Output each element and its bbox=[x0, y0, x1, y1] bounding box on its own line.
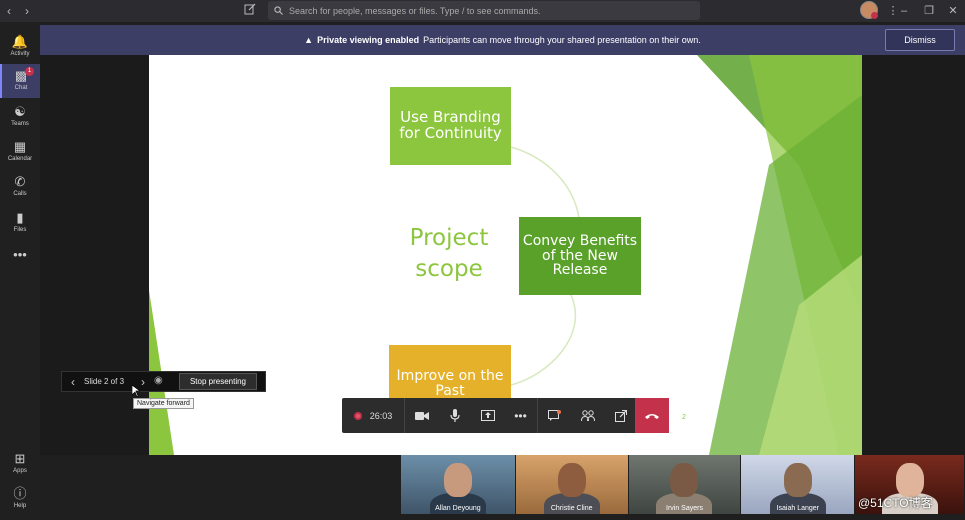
mouse-cursor-icon bbox=[132, 385, 140, 397]
slide-title-line2: scope bbox=[415, 256, 483, 283]
participants-button[interactable] bbox=[571, 398, 604, 433]
more-icon: ••• bbox=[514, 408, 527, 423]
rail-item-help[interactable]: ⓘ Help bbox=[0, 482, 40, 516]
participant-face bbox=[895, 463, 924, 497]
restore-icon[interactable]: ❐ bbox=[920, 3, 938, 19]
rail-label: Teams bbox=[11, 121, 29, 127]
previous-slide-icon[interactable]: ‹ bbox=[62, 375, 84, 389]
participant-face bbox=[670, 463, 699, 497]
rail-label: Files bbox=[13, 227, 27, 233]
hang-up-button[interactable] bbox=[635, 398, 669, 433]
warning-icon: ▲ bbox=[304, 35, 314, 45]
camera-icon bbox=[414, 411, 429, 420]
rail-item-apps[interactable]: ⊞ Apps bbox=[0, 447, 40, 481]
rail-label: Help bbox=[13, 503, 27, 509]
rail-item-more[interactable]: ••• bbox=[0, 243, 40, 277]
slide-title-line1: Project bbox=[409, 225, 489, 251]
rail-item-calendar[interactable]: ▦ Calendar bbox=[0, 135, 40, 169]
rail-item-files[interactable]: ▮ Files bbox=[0, 206, 40, 240]
rail-label: Apps bbox=[13, 468, 27, 474]
participant-name: Irvin Sayers bbox=[666, 505, 703, 512]
participant-face bbox=[557, 463, 586, 497]
slide-counter: Slide 2 of 3 bbox=[84, 377, 125, 386]
help-icon: ⓘ bbox=[13, 486, 27, 501]
private-viewing-banner: ▲ Private viewing enabled Participants c… bbox=[40, 25, 965, 55]
hang-up-icon bbox=[645, 413, 659, 419]
watermark: @51CTO博客 bbox=[858, 496, 933, 510]
teams-icon: ☯ bbox=[14, 104, 26, 119]
presentation-slide: Use Branding for Continuity Convey Benef… bbox=[149, 55, 862, 455]
apps-icon: ⊞ bbox=[14, 451, 26, 466]
participant-face bbox=[443, 463, 472, 497]
share-button[interactable] bbox=[471, 398, 504, 433]
status-dot-icon bbox=[871, 12, 878, 19]
rail-item-chat[interactable]: ▩ Chat 1 bbox=[0, 64, 40, 98]
presenter-toolbar: ‹ Slide 2 of 3 › ◉ Stop presenting bbox=[61, 371, 266, 392]
unread-badge: 1 bbox=[25, 67, 34, 76]
phone-icon: ✆ bbox=[14, 174, 26, 189]
participant-tile[interactable]: Christie Cline bbox=[515, 455, 628, 514]
rail-item-calls[interactable]: ✆ Calls bbox=[0, 170, 40, 204]
popout-icon bbox=[614, 409, 627, 422]
calendar-icon: ▦ bbox=[13, 139, 27, 154]
slide-box-branding: Use Branding for Continuity bbox=[390, 87, 511, 165]
bell-icon: 🔔 bbox=[11, 34, 29, 49]
chat-icon bbox=[548, 409, 561, 421]
eye-icon[interactable]: ◉ bbox=[154, 375, 163, 386]
rail-label: Calendar bbox=[7, 156, 33, 162]
search-input[interactable]: Search for people, messages or files. Ty… bbox=[268, 1, 700, 20]
slide-title: Project scope bbox=[379, 223, 519, 285]
back-icon[interactable]: ‹ bbox=[0, 4, 18, 18]
search-placeholder: Search for people, messages or files. Ty… bbox=[289, 5, 541, 16]
rail-item-teams[interactable]: ☯ Teams bbox=[0, 100, 40, 134]
recording-timer: 26:03 bbox=[342, 398, 404, 433]
navigate-forward-tooltip: Navigate forward bbox=[133, 398, 194, 409]
recording-icon bbox=[353, 411, 362, 420]
close-icon[interactable]: ✕ bbox=[944, 3, 962, 19]
participant-tile[interactable]: Irvin Sayers bbox=[628, 455, 741, 514]
rail-item-activity[interactable]: 🔔 Activity bbox=[0, 30, 40, 64]
call-controls-bar: 26:03 ••• bbox=[342, 398, 669, 433]
camera-button[interactable] bbox=[405, 398, 438, 433]
chat-button[interactable] bbox=[538, 398, 571, 433]
rail-label: Chat bbox=[14, 85, 28, 91]
forward-icon[interactable]: › bbox=[18, 4, 36, 18]
share-screen-icon bbox=[480, 409, 495, 421]
app-rail: 🔔 Activity ▩ Chat 1 ☯ Teams ▦ Calendar ✆… bbox=[0, 22, 40, 520]
slide-page-number: 2 bbox=[682, 414, 686, 421]
participant-name: Allan Deyoung bbox=[435, 505, 481, 512]
participant-tile[interactable]: Allan Deyoung bbox=[401, 455, 515, 514]
minimize-icon[interactable]: – bbox=[895, 3, 913, 19]
slide-box-benefits: Convey Benefits of the New Release bbox=[519, 217, 641, 295]
more-actions-button[interactable]: ••• bbox=[504, 398, 537, 433]
rail-label: Calls bbox=[13, 191, 27, 197]
file-icon: ▮ bbox=[16, 210, 24, 225]
chat-icon: ▩ bbox=[14, 68, 28, 83]
dismiss-button[interactable]: Dismiss bbox=[885, 29, 955, 51]
microphone-icon bbox=[449, 409, 460, 422]
participant-face bbox=[783, 463, 812, 497]
banner-text: Participants can move through your share… bbox=[423, 35, 701, 45]
participant-name: Christie Cline bbox=[550, 505, 593, 512]
participant-tile[interactable]: Isaiah Langer bbox=[741, 455, 855, 514]
people-icon bbox=[580, 409, 595, 421]
microphone-button[interactable] bbox=[438, 398, 471, 433]
more-icon: ••• bbox=[13, 247, 27, 262]
stop-presenting-button[interactable]: Stop presenting bbox=[179, 373, 257, 390]
rail-label: Activity bbox=[10, 51, 30, 57]
search-icon bbox=[274, 6, 283, 15]
banner-title: Private viewing enabled bbox=[317, 35, 420, 45]
compose-icon[interactable] bbox=[244, 3, 260, 19]
popout-button[interactable] bbox=[604, 398, 637, 433]
participant-name: Isaiah Langer bbox=[776, 505, 819, 512]
call-timer: 26:03 bbox=[369, 410, 393, 421]
